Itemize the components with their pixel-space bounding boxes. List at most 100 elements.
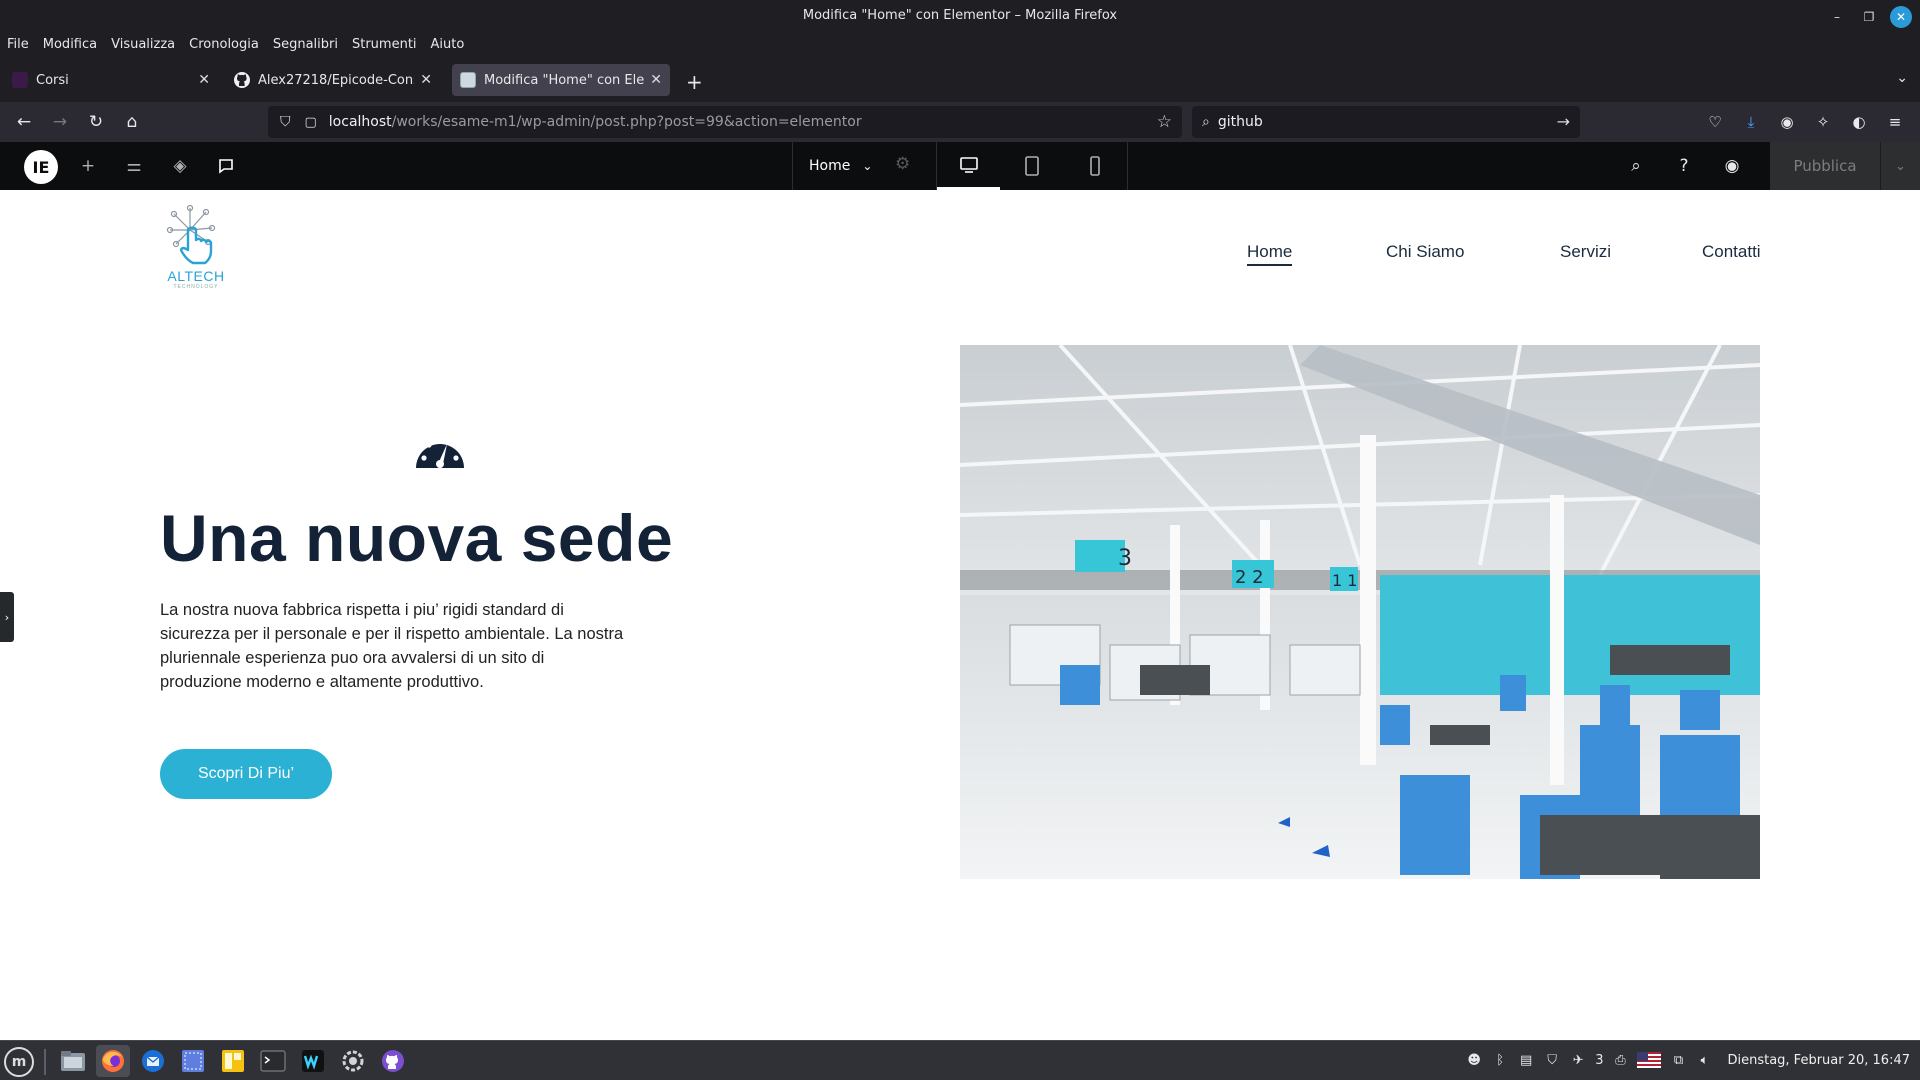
url-bar[interactable]: ⛉ ▢ localhost/works/esame-m1/wp-admin/po…	[268, 106, 1182, 138]
webstorm-app-icon[interactable]	[296, 1045, 330, 1077]
search-go-icon[interactable]: →	[1557, 112, 1570, 131]
security-shield-icon[interactable]: ⛉	[1543, 1051, 1561, 1069]
page-selector-label: Home	[809, 158, 851, 174]
minimize-icon[interactable]: –	[1826, 6, 1848, 28]
desktop-view-icon[interactable]	[937, 142, 1001, 190]
toolbar-icons: ♡ ⤓ ◉ ✧ ◐ ≡	[1704, 111, 1906, 133]
settings-app-icon[interactable]	[336, 1045, 370, 1077]
page-settings-gear-icon[interactable]: ⚙	[895, 154, 910, 174]
taskbar-apps	[56, 1045, 410, 1077]
network-icon[interactable]: ⧉	[1669, 1051, 1687, 1069]
us-flag-keyboard-icon[interactable]	[1637, 1052, 1662, 1068]
calculator-app-icon[interactable]	[216, 1045, 250, 1077]
account-icon[interactable]: ◉	[1776, 111, 1798, 133]
taskbar: m ☻ ᛒ ▤ ⛉ ✈ 3 ⎙ ⧉ 🔈︎ Dienstag, Februar 2…	[0, 1040, 1920, 1080]
close-tab-icon[interactable]: ✕	[420, 72, 432, 88]
help-icon[interactable]: ?	[1660, 142, 1708, 190]
bluetooth-icon[interactable]: ᛒ	[1491, 1051, 1509, 1069]
publish-options-chevron-icon[interactable]: ⌄	[1880, 142, 1920, 190]
tablet-view-icon[interactable]	[1000, 142, 1063, 190]
files-app-icon[interactable]	[56, 1045, 90, 1077]
back-icon[interactable]: ←	[12, 110, 36, 134]
pocket-icon[interactable]: ♡	[1704, 111, 1726, 133]
github-favicon-icon	[234, 72, 250, 88]
github-desktop-app-icon[interactable]	[376, 1045, 410, 1077]
page-info-icon[interactable]: ▢	[305, 115, 317, 130]
add-element-icon[interactable]: +	[76, 154, 100, 178]
clipboard-icon[interactable]: ▤	[1517, 1051, 1535, 1069]
logo-text: ALTECH	[167, 268, 225, 284]
scopri-di-piu-button[interactable]: Scopri Di Piu’	[160, 749, 332, 799]
close-window-icon[interactable]: ✕	[1890, 6, 1912, 28]
updates-count: 3	[1595, 1052, 1604, 1068]
forward-icon[interactable]: →	[48, 110, 72, 134]
search-bar[interactable]: ⌕ →	[1192, 106, 1580, 138]
tab-corsi[interactable]: Corsi ✕	[4, 64, 218, 96]
menu-visualizza[interactable]: Visualizza	[110, 34, 182, 58]
window-title: Modifica "Home" con Elementor – Mozilla …	[802, 8, 1118, 23]
hamburger-menu-icon[interactable]: ≡	[1884, 111, 1906, 133]
panel-toggle-chevron-icon[interactable]: ›	[0, 592, 14, 642]
close-tab-icon[interactable]: ✕	[650, 72, 662, 88]
tab-elementor[interactable]: Modifica "Home" con Elementor ✕	[452, 64, 670, 96]
screenshot-app-icon[interactable]	[176, 1045, 210, 1077]
menu-bar: File Modifica Visualizza Cronologia Segn…	[0, 34, 1920, 58]
tab-label: Alex27218/Epicode-Consegne	[258, 72, 414, 88]
discord-icon[interactable]: ☻	[1465, 1051, 1483, 1069]
factory-sign-11: 1 1	[1332, 571, 1357, 590]
url-path: /works/esame-m1/wp-admin/post.php?post=9…	[391, 114, 862, 130]
comments-icon[interactable]	[214, 154, 238, 178]
factory-sign-3: 3	[1118, 546, 1132, 571]
chevron-down-icon[interactable]: ⌄	[1896, 70, 1908, 86]
elementor-right-actions: ⌕ ? ◉ Pubblica ⌄	[1612, 142, 1920, 190]
firefox-view-icon[interactable]: ◐	[1848, 111, 1870, 133]
structure-layers-icon[interactable]: ◈	[168, 154, 192, 178]
nav-contatti[interactable]: Contatti	[1702, 242, 1761, 262]
downloads-icon[interactable]: ⤓	[1740, 111, 1762, 133]
home-icon[interactable]: ⌂	[120, 110, 144, 134]
menu-segnalibri[interactable]: Segnalibri	[272, 34, 345, 58]
search-input[interactable]	[1217, 114, 1518, 130]
menu-aiuto[interactable]: Aiuto	[430, 34, 472, 58]
window-titlebar: Modifica "Home" con Elementor – Mozilla …	[0, 0, 1920, 34]
new-tab-icon[interactable]: +	[686, 70, 703, 94]
logo-subtext: TECHNOLOGY	[173, 284, 219, 290]
menu-strumenti[interactable]: Strumenti	[351, 34, 424, 58]
volume-icon[interactable]: 🔈︎	[1695, 1051, 1713, 1069]
reload-icon[interactable]: ↻	[84, 110, 108, 134]
mint-menu-icon[interactable]: m	[4, 1047, 34, 1077]
nav-chi-siamo[interactable]: Chi Siamo	[1386, 242, 1464, 262]
extensions-icon[interactable]: ✧	[1812, 111, 1834, 133]
search-icon: ⌕	[1202, 114, 1210, 130]
menu-cronologia[interactable]: Cronologia	[188, 34, 266, 58]
corsi-favicon-icon	[12, 72, 28, 88]
close-tab-icon[interactable]: ✕	[198, 72, 210, 88]
finder-search-icon[interactable]: ⌕	[1612, 142, 1660, 190]
mobile-view-icon[interactable]	[1064, 142, 1127, 190]
terminal-app-icon[interactable]	[256, 1045, 290, 1077]
site-settings-icon[interactable]: ⚌	[122, 154, 146, 178]
menu-file[interactable]: File	[6, 34, 36, 58]
tab-github[interactable]: Alex27218/Epicode-Consegne ✕	[226, 64, 440, 96]
url-text[interactable]: localhost/works/esame-m1/wp-admin/post.p…	[329, 114, 862, 130]
menu-modifica[interactable]: Modifica	[42, 34, 104, 58]
thunderbird-app-icon[interactable]	[136, 1045, 170, 1077]
window-controls: – ❐ ✕	[1826, 6, 1912, 28]
maximize-icon[interactable]: ❐	[1858, 6, 1880, 28]
bookmark-star-icon[interactable]: ☆	[1157, 112, 1172, 132]
firefox-app-icon[interactable]	[96, 1045, 130, 1077]
altech-hand-logo-icon	[166, 204, 216, 265]
publish-button[interactable]: Pubblica	[1770, 142, 1880, 190]
url-host: localhost	[328, 114, 392, 130]
updates-icon[interactable]: ✈	[1569, 1051, 1587, 1069]
preview-eye-icon[interactable]: ◉	[1708, 142, 1756, 190]
printer-icon[interactable]: ⎙	[1611, 1051, 1629, 1069]
nav-servizi[interactable]: Servizi	[1560, 242, 1611, 262]
site-logo[interactable]: ALTECH TECHNOLOGY	[160, 200, 232, 292]
shield-icon[interactable]: ⛉	[280, 114, 291, 130]
hero-title: Una nuova sede	[160, 501, 674, 575]
clock[interactable]: Dienstag, Februar 20, 16:47	[1727, 1053, 1910, 1068]
nav-home[interactable]: Home	[1247, 242, 1293, 266]
elementor-logo-icon[interactable]: IE	[24, 150, 58, 184]
tab-label: Modifica "Home" con Elementor	[484, 72, 645, 88]
